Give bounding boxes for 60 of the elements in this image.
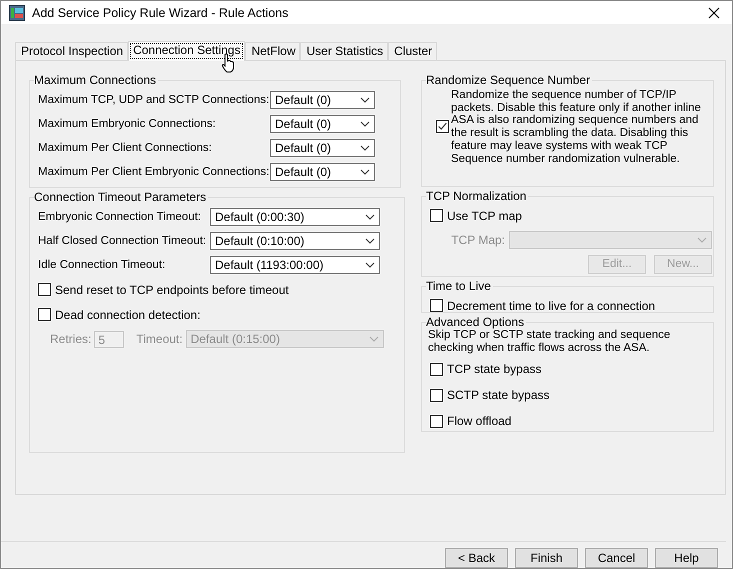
field-label: Maximum Per Client Connections: bbox=[38, 142, 213, 154]
description-text: Skip TCP or SCTP state tracking and sequence checking when traffic flows across the ASA. bbox=[428, 329, 672, 354]
window-title: Add Service Policy Rule Wizard - Rule Actions bbox=[32, 6, 290, 20]
tab[interactable]: NetFlow bbox=[245, 42, 300, 60]
checkbox[interactable] bbox=[430, 299, 443, 312]
checkbox-label: Randomize the sequence number of TCP/IP packets. Disable this feature only if another inline ASA is also randomizing sequence numbers and the result is scrambling the data. Disabling this feature may leave systems with weak TCP Sequence number randomization vulnerable. bbox=[451, 89, 702, 166]
caret-icon bbox=[360, 145, 370, 151]
dropdown[interactable]: Default (0) bbox=[270, 139, 375, 157]
caret-icon bbox=[360, 169, 370, 175]
group-title: Maximum Connections bbox=[34, 73, 158, 87]
group-title: Time to Live bbox=[426, 279, 492, 293]
field-label: Idle Connection Timeout: bbox=[38, 259, 166, 271]
checkbox[interactable] bbox=[436, 120, 449, 133]
group-title: Connection Timeout Parameters bbox=[34, 190, 208, 204]
caret-icon bbox=[368, 336, 379, 342]
checkbox-label: Decrement time to live for a connection bbox=[447, 298, 656, 312]
tab[interactable]: Connection Settings bbox=[128, 41, 246, 61]
checkbox[interactable] bbox=[430, 414, 443, 428]
caret-icon bbox=[360, 97, 370, 103]
caret-icon bbox=[365, 262, 375, 268]
checkbox[interactable] bbox=[38, 283, 51, 296]
button[interactable]: Cancel bbox=[585, 548, 648, 568]
checkbox-label: Use TCP map bbox=[447, 208, 522, 222]
field-label: Retries: bbox=[50, 332, 92, 346]
checkbox-label: Flow offload bbox=[447, 414, 512, 428]
checkbox[interactable] bbox=[38, 308, 51, 321]
caret-icon bbox=[697, 237, 707, 243]
button[interactable]: Help bbox=[655, 548, 718, 568]
tab[interactable]: User Statistics bbox=[300, 42, 388, 60]
tab[interactable]: Cluster bbox=[388, 42, 438, 60]
group-title: Randomize Sequence Number bbox=[426, 73, 592, 87]
dropdown[interactable]: Default (0) bbox=[270, 163, 375, 181]
checkbox-label: SCTP state bypass bbox=[447, 388, 550, 402]
group-title: Advanced Options bbox=[426, 315, 526, 329]
field-label: TCP Map: bbox=[451, 233, 505, 247]
caret-icon bbox=[365, 238, 375, 244]
app-icon bbox=[9, 4, 25, 20]
group-title: TCP Normalization bbox=[426, 189, 528, 203]
checkbox-label: Dead connection detection: bbox=[55, 308, 200, 322]
close-icon[interactable] bbox=[708, 6, 720, 18]
tab[interactable]: Protocol Inspection bbox=[15, 42, 128, 60]
checkbox-label: Send reset to TCP endpoints before timeout bbox=[55, 282, 289, 296]
caret-icon bbox=[360, 121, 370, 127]
field-label: Maximum TCP, UDP and SCTP Connections: bbox=[38, 94, 270, 106]
field-label: Maximum Per Client Embryonic Connections: bbox=[38, 166, 270, 178]
dropdown[interactable]: Default (0:10:00) bbox=[210, 232, 380, 250]
field-label: Maximum Embryonic Connections: bbox=[38, 118, 217, 130]
field-label: Embryonic Connection Timeout: bbox=[38, 211, 202, 223]
checkbox-label: TCP state bypass bbox=[447, 362, 542, 376]
button[interactable]: < Back bbox=[445, 548, 508, 568]
dropdown[interactable]: Default (0) bbox=[270, 115, 375, 133]
dropdown[interactable]: Default (1193:00:00) bbox=[210, 256, 380, 274]
caret-icon bbox=[365, 214, 375, 220]
checkbox[interactable] bbox=[430, 362, 443, 376]
dropdown[interactable]: Default (0:00:30) bbox=[210, 208, 380, 226]
checkbox[interactable] bbox=[430, 388, 443, 402]
button[interactable]: Finish bbox=[515, 548, 578, 568]
field-label: Half Closed Connection Timeout: bbox=[38, 235, 208, 247]
field-label: Timeout: bbox=[136, 332, 183, 346]
dropdown[interactable]: Default (0) bbox=[270, 91, 375, 109]
